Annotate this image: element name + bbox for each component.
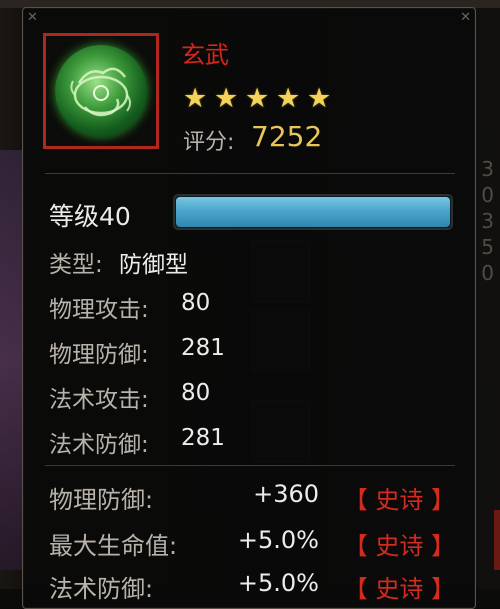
stat-label: 物理防御: <box>49 342 149 368</box>
level-label: 等级40 <box>49 202 131 231</box>
bonus-label: 法术防御: <box>49 575 154 603</box>
epic-quality-tag: 【 史诗 】 <box>343 575 455 603</box>
stat-row: 物理防御: 281 <box>49 335 225 368</box>
stat-label: 类型: <box>49 252 103 278</box>
stat-label: 物理攻击: <box>49 297 149 323</box>
item-name: 玄武 <box>181 41 229 69</box>
divider <box>45 465 455 466</box>
divider <box>45 173 455 174</box>
stat-value: 80 <box>181 290 211 316</box>
corner-x-icon: ✕ <box>27 10 38 25</box>
background-stat-column: 3 0 3 5 0 <box>481 156 494 286</box>
stat-label: 法术防御: <box>49 432 149 458</box>
xuanwu-orb-icon <box>55 45 147 137</box>
background-stat-value: 0 <box>481 183 494 207</box>
bonus-value: +5.0% <box>237 526 319 554</box>
star-icon: ★ <box>214 83 239 114</box>
epic-quality-tag: 【 史诗 】 <box>343 532 455 560</box>
background-stat-value: 3 <box>481 209 494 233</box>
background-red-tab <box>494 510 500 570</box>
corner-x-icon: ✕ <box>460 10 471 25</box>
background-stat-value: 3 <box>481 157 494 181</box>
score-label: 评分: <box>183 130 235 155</box>
background-stat-value: 5 <box>481 235 494 259</box>
stat-row: 物理攻击: 80 <box>49 290 210 323</box>
epic-quality-tag: 【 史诗 】 <box>343 486 455 514</box>
stat-label: 法术攻击: <box>49 387 149 413</box>
star-rating: ★ ★ ★ ★ ★ <box>183 83 333 114</box>
score-value: 7252 <box>251 120 323 153</box>
background-character-art <box>0 150 22 570</box>
stat-value: 281 <box>181 425 225 451</box>
star-icon: ★ <box>307 83 332 114</box>
stat-row: 法术防御: 281 <box>49 425 225 458</box>
item-tooltip-panel: ✕ ✕ 玄武 ★ ★ ★ ★ ★ 评分: 7252 等级40 类型: 防御型 物理攻击:… <box>22 7 476 609</box>
item-icon-frame <box>43 33 159 149</box>
bonus-value: +5.0% <box>237 569 319 597</box>
background-stat-value: 0 <box>481 261 494 285</box>
stat-value: 80 <box>181 380 211 406</box>
bonus-value: +360 <box>253 480 319 508</box>
stat-row: 法术攻击: 80 <box>49 380 210 413</box>
stat-value: 防御型 <box>119 252 188 278</box>
bonus-label: 物理防御: <box>49 486 154 514</box>
bonus-stat-row: 物理防御: +360 【 史诗 】 <box>49 480 469 514</box>
bonus-stat-row: 法术防御: +5.0% 【 史诗 】 <box>49 569 469 603</box>
bonus-stat-row: 最大生命值: +5.0% 【 史诗 】 <box>49 526 469 560</box>
bonus-label: 最大生命值: <box>49 532 178 560</box>
level-progress-fill <box>176 197 450 227</box>
stat-value: 281 <box>181 335 225 361</box>
star-icon: ★ <box>245 83 270 114</box>
stat-row-type: 类型: 防御型 <box>49 245 188 278</box>
star-icon: ★ <box>276 83 301 114</box>
level-progress-bar <box>173 194 453 230</box>
star-icon: ★ <box>183 83 208 114</box>
